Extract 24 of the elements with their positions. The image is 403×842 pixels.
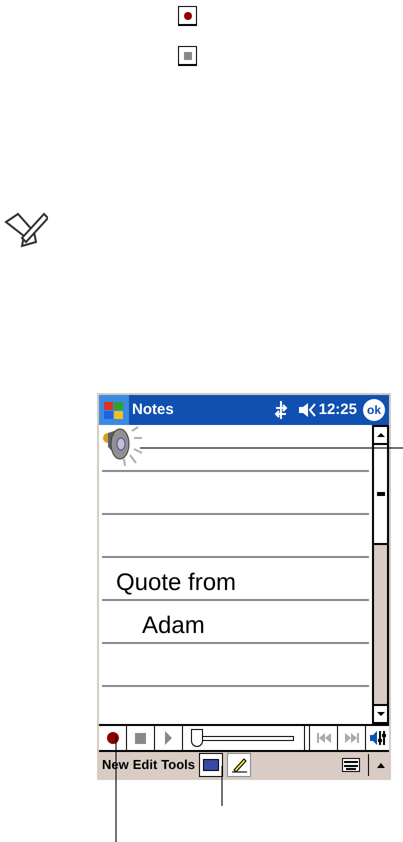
menu-item[interactable]: Edit xyxy=(132,755,158,775)
handwritten-text: Adam xyxy=(142,612,205,640)
scrollbar[interactable] xyxy=(372,425,389,724)
input-menu-arrow-icon[interactable] xyxy=(377,762,385,768)
start-button[interactable] xyxy=(99,395,129,425)
slider-thumb[interactable] xyxy=(191,729,203,747)
leader-line xyxy=(221,766,223,806)
connectivity-icon xyxy=(274,401,288,419)
scroll-up-icon[interactable] xyxy=(374,427,387,445)
window-title: Notes xyxy=(132,400,174,420)
volume-control-icon[interactable] xyxy=(365,726,389,750)
menu-item[interactable]: Tools xyxy=(161,755,195,775)
pen-button[interactable] xyxy=(227,753,251,777)
clock-time: 12:25 xyxy=(318,400,357,420)
scroll-thumb[interactable] xyxy=(374,445,387,545)
scroll-down-icon[interactable] xyxy=(374,704,387,722)
volume-icon[interactable] xyxy=(298,402,316,418)
ok-button[interactable]: ok xyxy=(363,399,385,421)
keyboard-icon[interactable] xyxy=(342,758,360,772)
stop-icon xyxy=(178,46,197,66)
handwritten-text: Quote from xyxy=(116,569,236,597)
input-mode-button[interactable] xyxy=(199,753,223,777)
flag-icon xyxy=(103,400,125,420)
record-icon xyxy=(178,6,197,26)
